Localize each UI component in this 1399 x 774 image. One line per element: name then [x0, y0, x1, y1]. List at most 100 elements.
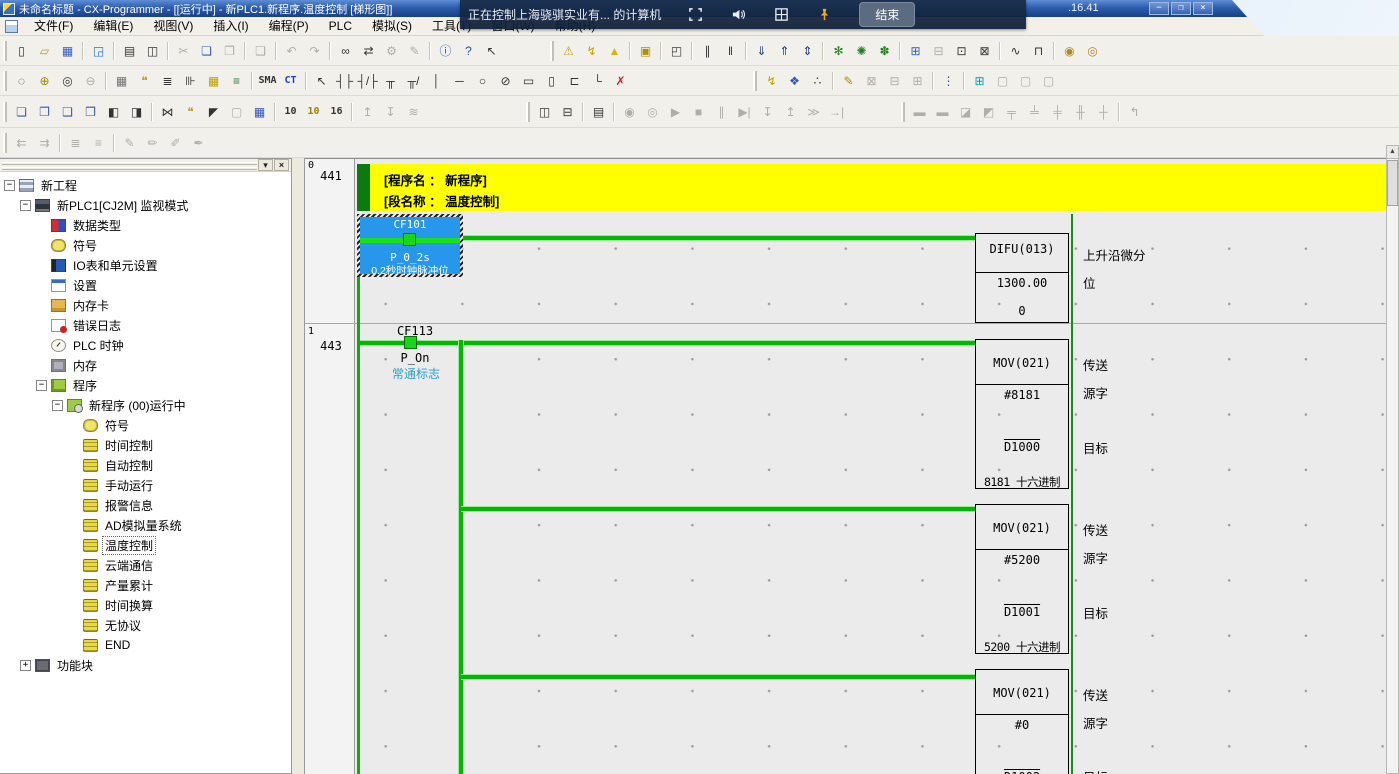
new-rung-button[interactable]: └	[587, 70, 608, 91]
edit-pen-1-button[interactable]: ✎	[119, 132, 140, 153]
menu-item[interactable]: 文件(F)	[24, 17, 83, 36]
compare-with-plc-button[interactable]: ⇕	[797, 40, 818, 61]
tree-item[interactable]: 错误日志	[0, 315, 291, 335]
net-view-3-button[interactable]: ◪	[955, 101, 976, 122]
cross-reference-button[interactable]: ⋈	[157, 101, 178, 122]
toolbar-handle[interactable]	[526, 102, 530, 122]
compile-all-button[interactable]: ∴	[807, 70, 828, 91]
show-output-button[interactable]: ⊟	[557, 101, 578, 122]
toolbar-handle[interactable]	[901, 102, 905, 122]
sim-step-button[interactable]: ▶|	[734, 101, 755, 122]
sma-button[interactable]: SMA	[257, 70, 278, 91]
toolbar-handle[interactable]	[3, 102, 7, 122]
online-simulator-button[interactable]: ↯	[581, 40, 602, 61]
scrollbar-thumb[interactable]	[1387, 160, 1398, 206]
tree-item[interactable]: 符号	[0, 415, 291, 435]
tree-item[interactable]: 符号	[0, 235, 291, 255]
trace-disabled-button[interactable]: ≋	[403, 101, 424, 122]
panel-splitter[interactable]	[292, 158, 305, 774]
download-disabled-button[interactable]: ↧	[380, 101, 401, 122]
align-top-button[interactable]: ≡	[88, 132, 109, 153]
arrange-icons-button[interactable]: ❒	[80, 101, 101, 122]
tree-toggle[interactable]: −	[4, 180, 15, 191]
tree-item[interactable]: 报警信息	[0, 495, 291, 515]
upload-disabled-button[interactable]: ↥	[357, 101, 378, 122]
open-file-button[interactable]: ▱	[34, 40, 55, 61]
tree-item[interactable]: 数据类型	[0, 215, 291, 235]
print-preview-button[interactable]: ◫	[142, 40, 163, 61]
pause-trigger-button[interactable]: ⊡	[951, 40, 972, 61]
show-watch-button[interactable]: ▤	[588, 101, 609, 122]
undo-button[interactable]: ↶	[281, 40, 302, 61]
indent-button[interactable]: ⇇	[11, 132, 32, 153]
paste-attributes-button[interactable]: ❑	[250, 40, 271, 61]
tree-item[interactable]: 时间换算	[0, 595, 291, 615]
find-report-button[interactable]: ▲	[604, 40, 625, 61]
transfer-from-plc-button[interactable]: ⇑	[774, 40, 795, 61]
transfer-to-plc-button[interactable]: ⇓	[751, 40, 772, 61]
tree-item[interactable]: 时间控制	[0, 435, 291, 455]
address-reference-button[interactable]: ◤	[203, 101, 224, 122]
sim-run-to-button[interactable]: ≫	[803, 101, 824, 122]
monitor-decimal-button[interactable]: 10	[280, 101, 301, 122]
tree-item[interactable]: 温度控制	[0, 535, 291, 555]
toolbar-handle[interactable]	[3, 71, 7, 91]
mov-instruction-box-1[interactable]: MOV(021) #8181 D1000 8181 十六进制	[975, 339, 1069, 489]
section-banner[interactable]: [程序名 ： 新程序] [段名称 ： 温度控制]	[370, 164, 1386, 211]
time-chart-button[interactable]: ∿	[1005, 40, 1026, 61]
zoom-out-button[interactable]: ⊖	[80, 70, 101, 91]
menu-item[interactable]: 模拟(S)	[362, 17, 422, 36]
verify-dialog-button[interactable]: ▢	[1038, 70, 1059, 91]
or-contact-nc-button[interactable]: ╥/	[403, 70, 424, 91]
tree-item[interactable]: 设置	[0, 275, 291, 295]
force-cancel-button[interactable]: ✽	[874, 40, 895, 61]
net-view-9-button[interactable]: ┼	[1093, 101, 1114, 122]
cascade-windows-button[interactable]: ❏	[11, 101, 32, 122]
sim-stop-button[interactable]: ■	[688, 101, 709, 122]
find-in-project-button[interactable]: ◲	[88, 40, 109, 61]
transfer-program-button[interactable]: ↯	[761, 70, 782, 91]
net-view-4-button[interactable]: ◩	[978, 101, 999, 122]
new-file-button[interactable]: ▯	[11, 40, 32, 61]
rung-list-button[interactable]: ≣	[157, 70, 178, 91]
net-view-7-button[interactable]: ╪	[1047, 101, 1068, 122]
net-view-1-button[interactable]: ▬	[909, 101, 930, 122]
ct-view-button[interactable]: CT	[280, 70, 301, 91]
pin-icon[interactable]	[816, 6, 833, 23]
about-button[interactable]: ⓘ	[435, 40, 456, 61]
tree-item[interactable]: PLC 时钟	[0, 335, 291, 355]
tile-vertical-button[interactable]: ❑	[57, 101, 78, 122]
closed-coil-button[interactable]: ⊘	[495, 70, 516, 91]
vertical-scrollbar[interactable]: ▲	[1386, 145, 1399, 774]
edit-pen-3-button[interactable]: ✐	[165, 132, 186, 153]
tree-toggle[interactable]: +	[20, 660, 31, 671]
zoom-in-button[interactable]: ⊕	[34, 70, 55, 91]
inverted-instruction-button[interactable]: ▯	[541, 70, 562, 91]
watch-dialog-button[interactable]: ▢	[992, 70, 1013, 91]
zoom-normal-button[interactable]: ◎	[57, 70, 78, 91]
align-list-button[interactable]: ≣	[65, 132, 86, 153]
tree-item[interactable]: 产量累计	[0, 575, 291, 595]
speaker-icon[interactable]	[730, 6, 747, 23]
symbol-bar-button[interactable]: ❝	[180, 101, 201, 122]
copy-button[interactable]: ❏	[196, 40, 217, 61]
sim-pause-button[interactable]: ∥	[711, 101, 732, 122]
sim-scan-run-button[interactable]: ◉	[619, 101, 640, 122]
force-dialog-button[interactable]: ▢	[1015, 70, 1036, 91]
tree-item[interactable]: 无协议	[0, 615, 291, 635]
context-help-button[interactable]: ↖	[481, 40, 502, 61]
compile-program-button[interactable]: ❖	[784, 70, 805, 91]
tile-horizontal-button[interactable]: ❐	[34, 101, 55, 122]
delete-tool-button[interactable]: ✗	[610, 70, 631, 91]
monitor-button[interactable]: ⊞	[905, 40, 926, 61]
watch-window-button[interactable]: ▢	[226, 101, 247, 122]
tree-item[interactable]: 自动控制	[0, 455, 291, 475]
tree-toggle[interactable]: −	[52, 400, 63, 411]
menu-item[interactable]: 插入(I)	[203, 17, 258, 36]
toolbar-handle[interactable]	[550, 41, 554, 61]
net-view-2-button[interactable]: ▬	[932, 101, 953, 122]
edit-pen-2-button[interactable]: ✏	[142, 132, 163, 153]
fullscreen-icon[interactable]	[687, 6, 704, 23]
find-button[interactable]: ∞	[335, 40, 356, 61]
save-button[interactable]: ▦	[57, 40, 78, 61]
